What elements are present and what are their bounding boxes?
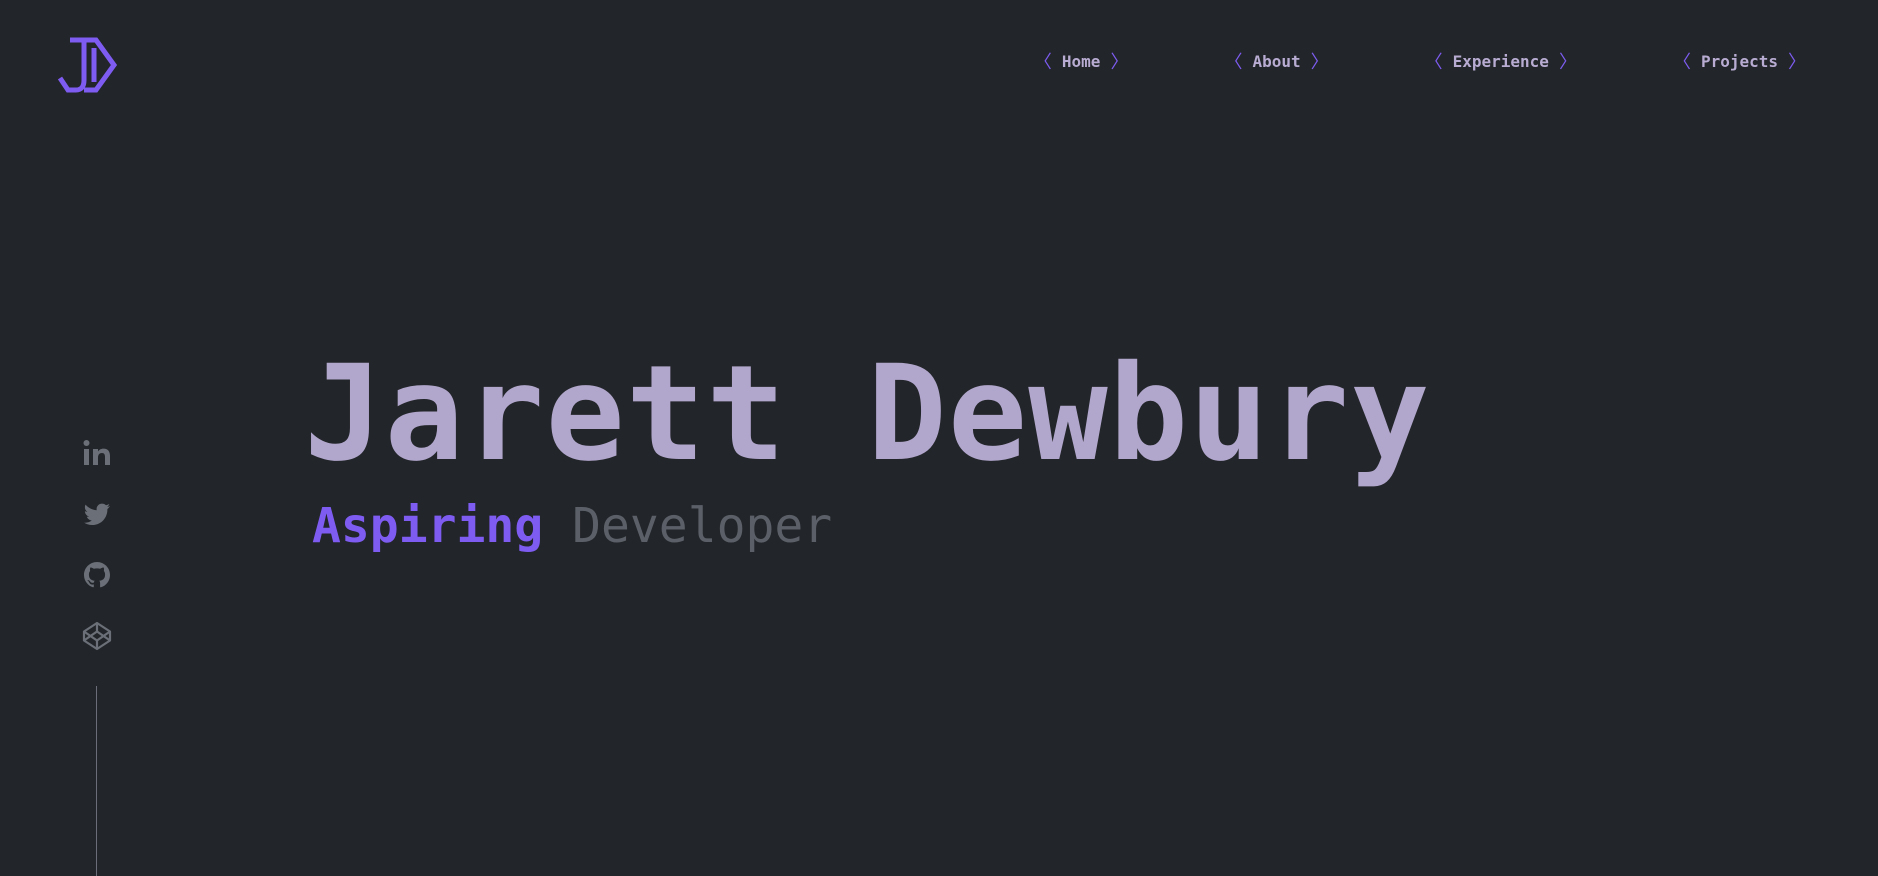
page: 〈 Home 〉 〈 About 〉 〈 Experience 〉 〈 Proj…: [0, 0, 1878, 876]
nav-label-about: About: [1252, 51, 1301, 71]
nav-item-experience[interactable]: 〈 Experience 〉: [1425, 48, 1577, 74]
nav-bracket-open: 〈: [1424, 52, 1443, 73]
nav-item-home[interactable]: 〈 Home 〉: [1034, 48, 1129, 74]
nav-label-projects: Projects: [1700, 51, 1778, 71]
social-links: [82, 438, 116, 682]
nav-item-about[interactable]: 〈 About 〉: [1224, 48, 1328, 74]
nav-bracket-open: 〈: [1672, 52, 1691, 73]
nav-bracket-close: 〉: [1788, 52, 1806, 73]
nav-bracket-close: 〉: [1110, 52, 1129, 73]
social-divider-line: [96, 686, 97, 876]
nav-bracket-open: 〈: [1224, 52, 1243, 73]
nav-bracket-close: 〉: [1310, 52, 1329, 73]
jd-hexagon-logo-icon[interactable]: [56, 36, 120, 94]
hero-name: Jarett Dewbury: [304, 337, 1431, 491]
hero-subtitle: Aspiring Developer: [312, 502, 832, 550]
twitter-icon[interactable]: [82, 499, 112, 529]
nav-item-projects[interactable]: 〈 Projects 〉: [1673, 48, 1806, 74]
nav-bracket-close: 〉: [1558, 52, 1577, 73]
nav-label-home: Home: [1061, 51, 1101, 71]
hero-subtitle-accent: Aspiring: [312, 498, 544, 554]
top-nav: 〈 Home 〉 〈 About 〉 〈 Experience 〉 〈 Proj…: [1034, 48, 1806, 74]
github-icon[interactable]: [82, 560, 112, 590]
linkedin-icon[interactable]: [82, 438, 112, 468]
codepen-icon[interactable]: [82, 621, 112, 651]
nav-label-experience: Experience: [1452, 51, 1549, 71]
nav-bracket-open: 〈: [1033, 52, 1052, 73]
hero-subtitle-rest: Developer: [572, 498, 833, 554]
